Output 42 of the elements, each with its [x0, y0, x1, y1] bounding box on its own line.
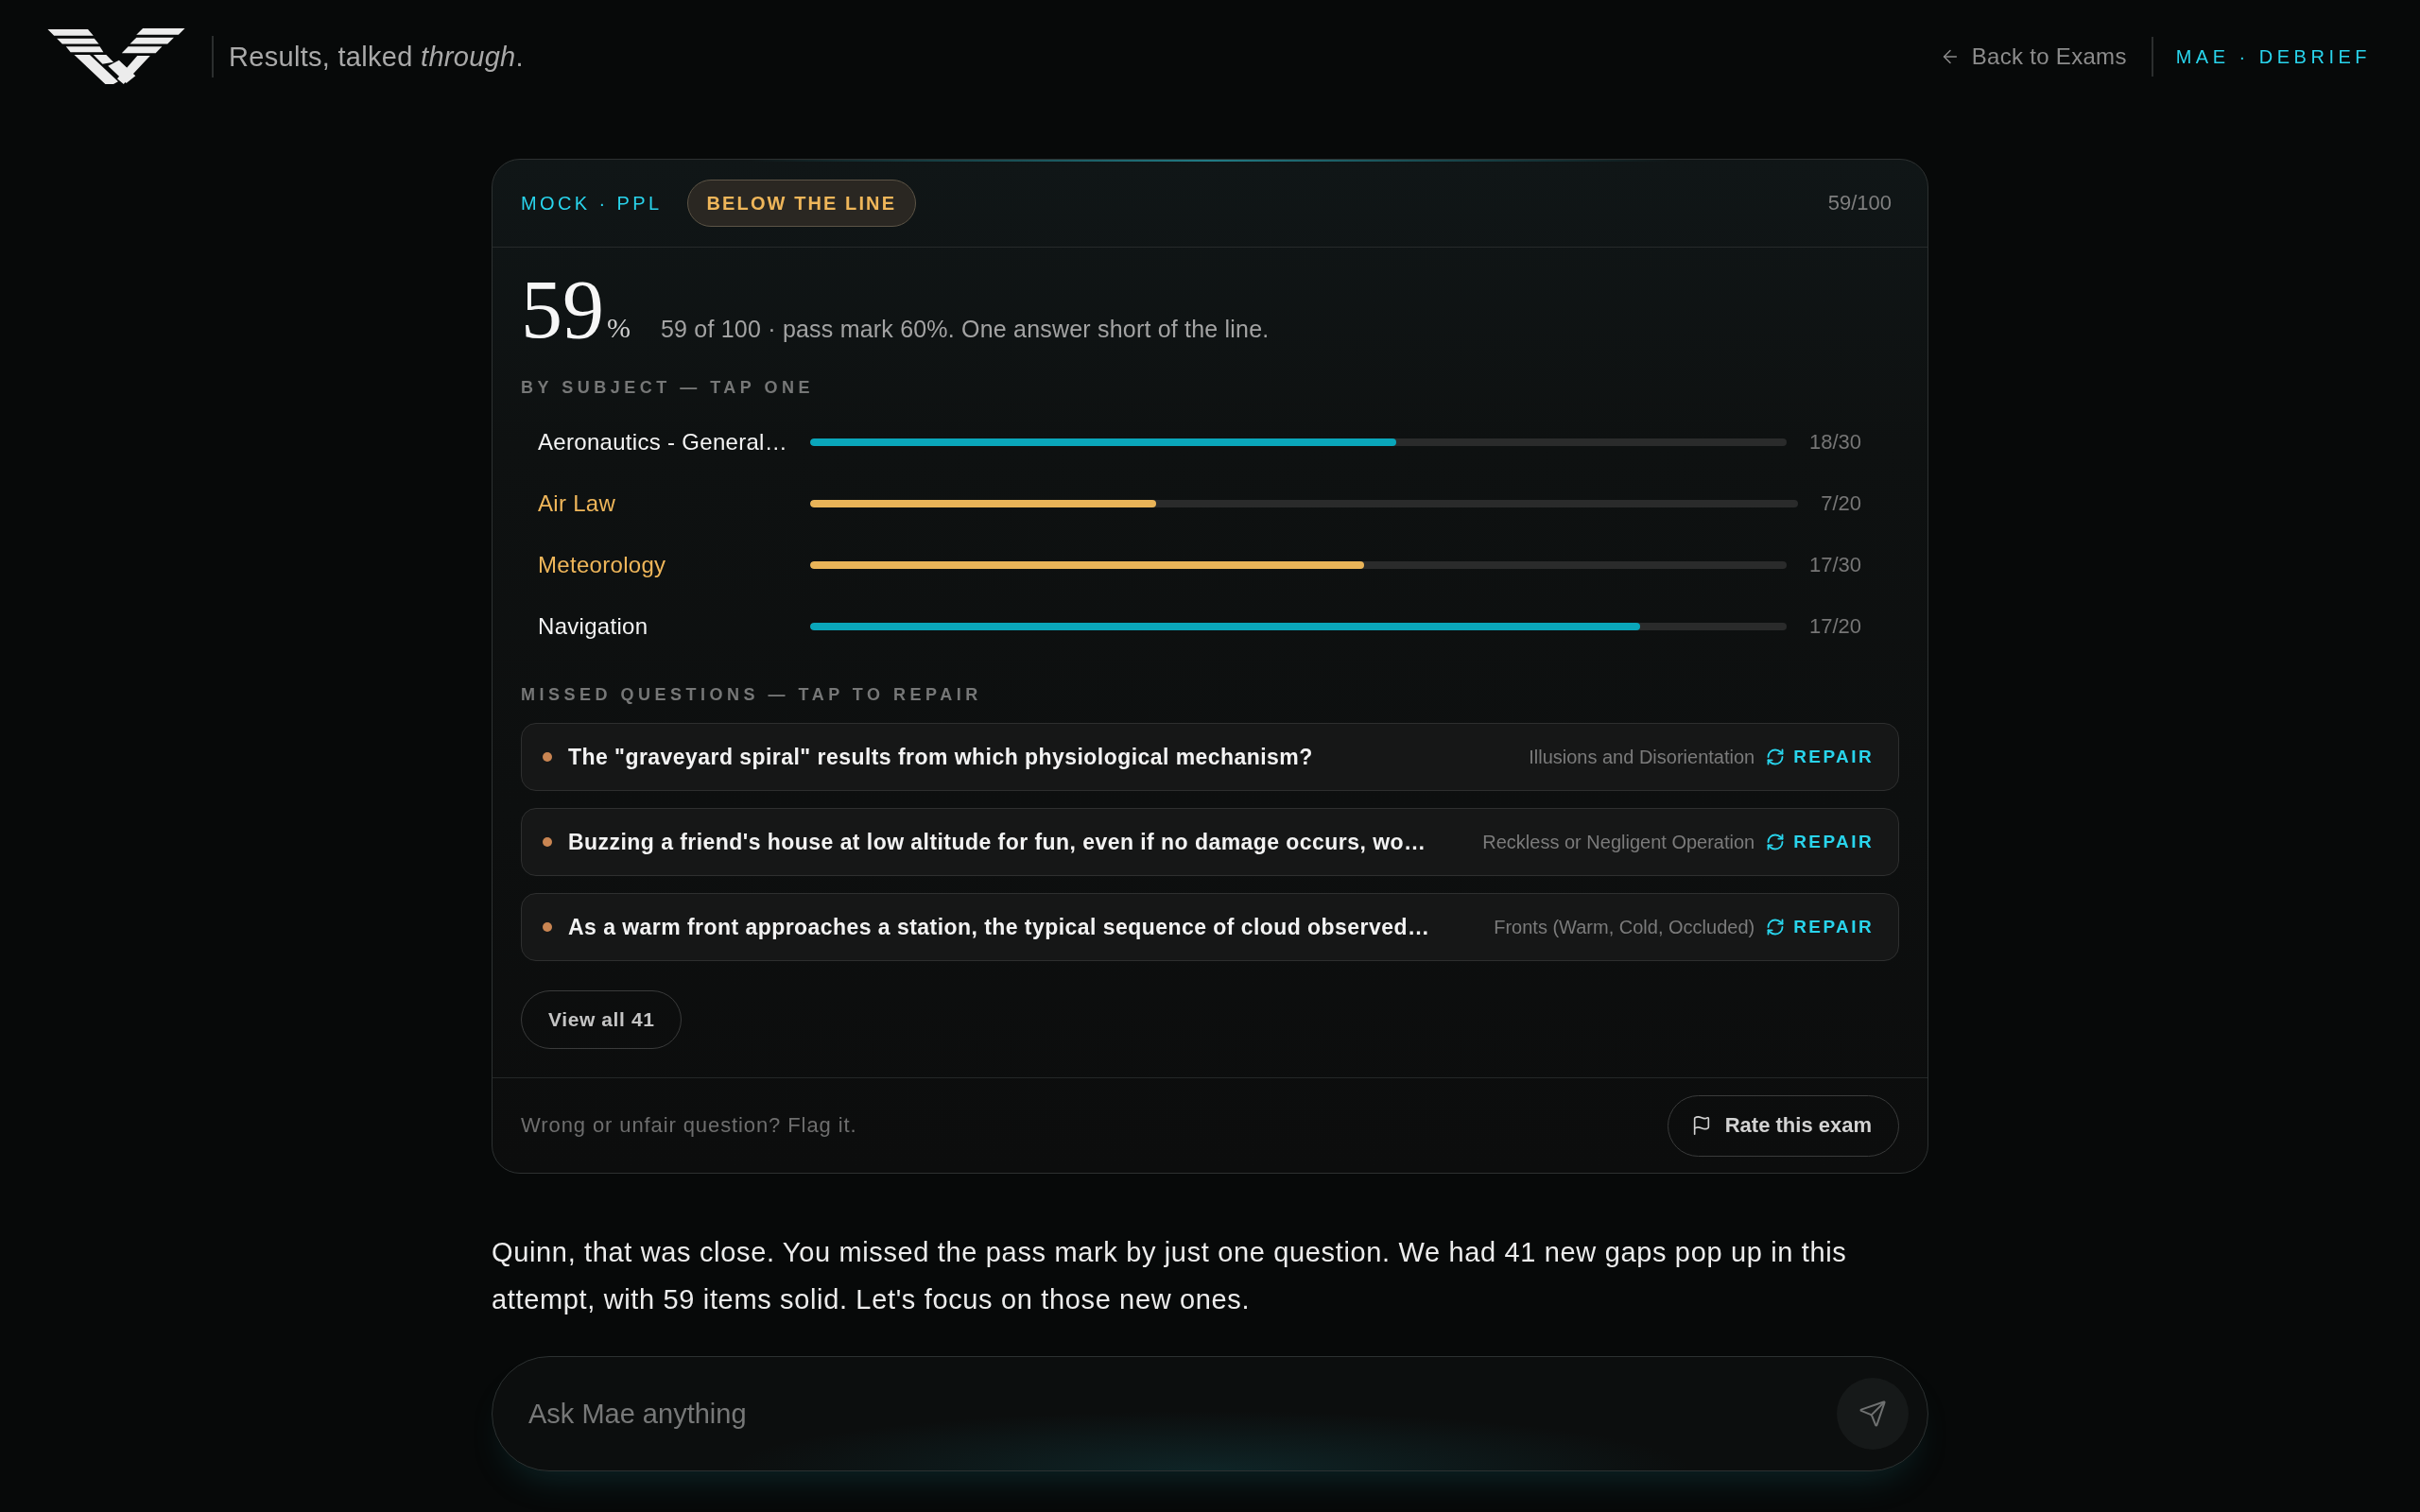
- question-topic: Reckless or Negligent Operation: [1481, 831, 1755, 853]
- subject-name[interactable]: Meteorology: [538, 551, 666, 578]
- subject-score: 17/30: [1808, 552, 1861, 577]
- score-unit: %: [607, 312, 631, 344]
- repair-button[interactable]: REPAIR: [1766, 832, 1874, 852]
- missed-question-row[interactable]: Buzzing a friend's house at low altitude for fun, even if no damage occurs, wo… Reckless or Negligent Operation REPAIR: [521, 808, 1899, 876]
- subject-name[interactable]: Air Law: [538, 490, 616, 517]
- section-heading: MISSED QUESTIONS — TAP TO REPAIR: [521, 684, 982, 706]
- missed-question-row[interactable]: As a warm front approaches a station, the typical sequence of cloud observed… Fronts (Warm, Cold, Occluded) REPAIR: [521, 893, 1899, 961]
- exam-label: MOCK · PPL: [521, 192, 663, 215]
- repair-button[interactable]: REPAIR: [1766, 747, 1874, 767]
- question-text: As a warm front approaches a station, the typical sequence of cloud observed…: [568, 914, 1430, 940]
- status-badge: BELOW THE LINE: [686, 180, 917, 227]
- section-heading: BY SUBJECT — TAP ONE: [521, 377, 815, 399]
- message-input[interactable]: Ask Mae anything: [527, 1385, 1837, 1442]
- repair-button[interactable]: REPAIR: [1766, 917, 1874, 937]
- chat-input[interactable]: Ask Mae anything: [492, 1356, 1928, 1471]
- question-topic: Fronts (Warm, Cold, Occluded): [1493, 916, 1755, 938]
- dot-icon: [543, 752, 552, 762]
- subject-score: 7/20: [1821, 490, 1861, 516]
- question-text: Buzzing a friend's house at low altitude for fun, even if no damage occurs, wo…: [568, 829, 1426, 855]
- subject-score: 17/20: [1808, 613, 1861, 639]
- subject-name[interactable]: Navigation: [538, 612, 648, 640]
- question-topic: Illusions and Disorientation: [1528, 746, 1755, 768]
- section-label: MAE · DEBRIEF: [2175, 45, 2371, 68]
- score-total: 59/100: [1827, 191, 1892, 215]
- back-link[interactable]: Back to Exams: [1939, 43, 2127, 70]
- refresh-icon: [1766, 833, 1786, 851]
- flag-prompt: Wrong or unfair question? Flag it.: [521, 1113, 857, 1138]
- score-summary: 59 of 100 · pass mark 60%. One answer short of the line.: [661, 316, 1270, 343]
- subject-name[interactable]: Aeronautics - General…: [538, 428, 788, 455]
- missed-question-row[interactable]: The "graveyard spiral" results from which physiological mechanism? Illusions and Disorientation REPAIR: [521, 723, 1899, 791]
- send-icon: [1858, 1400, 1887, 1428]
- refresh-icon: [1766, 918, 1786, 936]
- dot-icon: [543, 922, 552, 932]
- score-value: 59: [521, 268, 604, 352]
- question-text: The "graveyard spiral" results from which physiological mechanism?: [568, 744, 1313, 770]
- subject-score: 18/30: [1808, 429, 1861, 455]
- refresh-icon: [1766, 747, 1786, 766]
- tagline: Results, talked through.: [229, 41, 524, 73]
- dot-icon: [543, 837, 552, 847]
- assistant-message: Quinn, that was close. You missed the pass mark by just one question. We had 41 new gaps pop up in this attempt, with 59 items solid. Let's focus on those new ones.: [492, 1236, 1848, 1316]
